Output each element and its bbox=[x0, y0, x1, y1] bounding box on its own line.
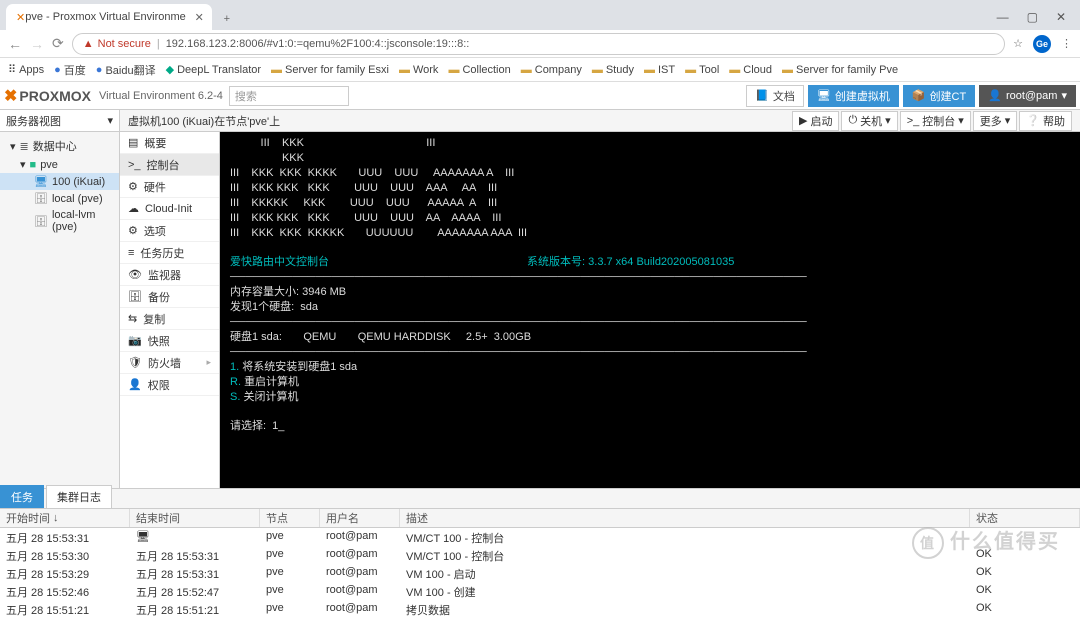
menu-item-11[interactable]: 👤权限 bbox=[120, 374, 219, 396]
not-secure-badge[interactable]: ▲ Not secure bbox=[83, 38, 151, 50]
task-row[interactable]: 五月 28 15:53:29五月 28 15:53:31pveroot@pamV… bbox=[0, 564, 1080, 582]
browser-tab[interactable]: ✕ pve - Proxmox Virtual Environme ✕ bbox=[6, 4, 212, 30]
col-start[interactable]: 开始时间 ↓ bbox=[0, 509, 130, 527]
new-tab-button[interactable]: + bbox=[216, 8, 238, 30]
bookmark-folder[interactable]: ▬Tool bbox=[685, 64, 719, 76]
user-menu[interactable]: 👤 root@pam ▾ bbox=[979, 85, 1076, 107]
task-row[interactable]: 五月 28 15:51:21五月 28 15:51:21pveroot@pam拷… bbox=[0, 600, 1080, 618]
search-input[interactable]: 搜索 bbox=[229, 86, 349, 106]
bookmark-item[interactable]: ●Baidu翻译 bbox=[96, 62, 156, 78]
col-user[interactable]: 用户名 bbox=[320, 509, 400, 527]
menu-item-3[interactable]: ☁Cloud-Init bbox=[120, 198, 219, 220]
forward-button[interactable]: → bbox=[30, 36, 44, 52]
col-status[interactable]: 状态 bbox=[970, 509, 1080, 527]
bookmark-item[interactable]: ◆DeepL Translator bbox=[166, 63, 261, 76]
bookmark-folder[interactable]: ▬Work bbox=[399, 64, 438, 76]
menu-icon: 👤 bbox=[128, 378, 142, 391]
task-row[interactable]: 五月 28 15:52:46五月 28 15:52:47pveroot@pamV… bbox=[0, 582, 1080, 600]
create-vm-button[interactable]: 🖥 创建虚拟机 bbox=[808, 85, 899, 107]
bookmark-folder[interactable]: ▬Cloud bbox=[729, 64, 772, 76]
log-tabs: 任务 集群日志 bbox=[0, 488, 1080, 508]
help-button[interactable]: ❔ 帮助 bbox=[1019, 111, 1072, 131]
window-maximize-icon[interactable]: ▢ bbox=[1027, 10, 1038, 24]
bookmark-folder[interactable]: ▬IST bbox=[644, 64, 675, 76]
reload-button[interactable]: ⟳ bbox=[52, 35, 64, 52]
logo-icon: ✖ bbox=[4, 86, 17, 106]
create-ct-button[interactable]: 📦 创建CT bbox=[903, 85, 975, 107]
logo: ✖ PROXMOX Virtual Environment 6.2-4 bbox=[4, 86, 223, 106]
bookmark-folder[interactable]: ▬Server for family Pve bbox=[782, 64, 898, 76]
menu-item-9[interactable]: 📷快照 bbox=[120, 330, 219, 352]
breadcrumb: 虚拟机100 (iKuai)在节点'pve'上 bbox=[128, 113, 280, 129]
tree-storage-local-lvm[interactable]: 🗄 local-lvm (pve) bbox=[0, 207, 119, 235]
menu-item-10[interactable]: 🛡防火墙▸ bbox=[120, 352, 219, 374]
tree-vm-100[interactable]: 🖥 100 (iKuai) bbox=[0, 173, 119, 190]
bookmark-folder[interactable]: ▬Collection bbox=[448, 64, 510, 76]
menu-icon: 👁 bbox=[128, 268, 142, 281]
browser-tab-strip: ✕ pve - Proxmox Virtual Environme ✕ + — … bbox=[0, 0, 1080, 30]
close-tab-icon[interactable]: ✕ bbox=[195, 11, 204, 24]
menu-item-2[interactable]: ⚙硬件 bbox=[120, 176, 219, 198]
menu-item-6[interactable]: 👁监视器 bbox=[120, 264, 219, 286]
bookmark-folder[interactable]: ▬Company bbox=[521, 64, 582, 76]
view-selector[interactable]: 服务器视图▾ bbox=[0, 110, 119, 132]
menu-item-5[interactable]: ≡任务历史 bbox=[120, 242, 219, 264]
tab-tasks[interactable]: 任务 bbox=[0, 485, 44, 508]
tree-node[interactable]: ▾ ■ pve bbox=[0, 156, 119, 173]
bookmark-item[interactable]: ●百度 bbox=[54, 62, 86, 78]
col-desc[interactable]: 描述 bbox=[400, 509, 970, 527]
url-text: 192.168.123.2:8006/#v1:0:=qemu%2F100:4::… bbox=[166, 38, 470, 50]
menu-icon: 🗄 bbox=[128, 290, 142, 303]
app-header: ✖ PROXMOX Virtual Environment 6.2-4 搜索 📘… bbox=[0, 82, 1080, 110]
vm-menu: ▤概要>_控制台⚙硬件☁Cloud-Init⚙选项≡任务历史👁监视器🗄备份⇆复制… bbox=[120, 132, 220, 488]
tab-favicon: ✕ bbox=[16, 11, 25, 24]
menu-icon: ☁ bbox=[128, 202, 139, 215]
tab-title: pve - Proxmox Virtual Environme bbox=[25, 11, 186, 23]
bookmark-folder[interactable]: ▬Server for family Esxi bbox=[271, 64, 389, 76]
server-tree-panel: 服务器视图▾ ▾ ≣ 数据中心 ▾ ■ pve 🖥 100 (iKuai) 🗄 … bbox=[0, 110, 120, 488]
chevron-down-icon[interactable]: ▾ bbox=[107, 114, 113, 127]
menu-icon: ⚙ bbox=[128, 224, 138, 237]
address-bar: ← → ⟳ ▲ Not secure | 192.168.123.2:8006/… bbox=[0, 30, 1080, 58]
menu-icon: ▤ bbox=[128, 136, 138, 149]
menu-item-8[interactable]: ⇆复制 bbox=[120, 308, 219, 330]
menu-item-0[interactable]: ▤概要 bbox=[120, 132, 219, 154]
task-row[interactable]: 五月 28 15:53:31🖥pveroot@pamVM/CT 100 - 控制… bbox=[0, 528, 1080, 546]
task-table-header: 开始时间 ↓ 结束时间 节点 用户名 描述 状态 bbox=[0, 508, 1080, 528]
task-row[interactable]: 五月 28 15:53:30五月 28 15:53:31pveroot@pamV… bbox=[0, 546, 1080, 564]
running-icon: 🖥 bbox=[136, 531, 150, 543]
apps-button[interactable]: ⠿ Apps bbox=[8, 63, 44, 76]
menu-icon: ⇆ bbox=[128, 312, 137, 325]
menu-item-7[interactable]: 🗄备份 bbox=[120, 286, 219, 308]
star-icon[interactable]: ☆ bbox=[1013, 37, 1023, 50]
url-input[interactable]: ▲ Not secure | 192.168.123.2:8006/#v1:0:… bbox=[72, 33, 1005, 55]
menu-icon[interactable]: ⋮ bbox=[1061, 37, 1072, 50]
vm-console[interactable]: III KKK III KKK III KKK KKK KKKK UUU UUU… bbox=[220, 132, 1080, 488]
back-button[interactable]: ← bbox=[8, 36, 22, 52]
start-button[interactable]: ▶ 启动 bbox=[792, 111, 839, 131]
profile-avatar[interactable]: Ge bbox=[1033, 35, 1051, 53]
shutdown-button[interactable]: ⏻ 关机 ▾ bbox=[841, 111, 897, 131]
tab-cluster-log[interactable]: 集群日志 bbox=[46, 485, 112, 508]
menu-item-4[interactable]: ⚙选项 bbox=[120, 220, 219, 242]
version-label: Virtual Environment 6.2-4 bbox=[99, 90, 223, 102]
tree-storage-local[interactable]: 🗄 local (pve) bbox=[0, 190, 119, 207]
menu-icon: ≡ bbox=[128, 247, 134, 259]
doc-button[interactable]: 📘 文档 bbox=[746, 85, 804, 107]
window-minimize-icon[interactable]: — bbox=[997, 10, 1009, 24]
window-close-icon[interactable]: ✕ bbox=[1056, 10, 1066, 24]
col-end[interactable]: 结束时间 bbox=[130, 509, 260, 527]
menu-icon: 📷 bbox=[128, 334, 142, 347]
menu-icon: 🛡 bbox=[128, 356, 142, 369]
bookmark-folder[interactable]: ▬Study bbox=[592, 64, 634, 76]
more-button[interactable]: 更多 ▾ bbox=[973, 111, 1018, 131]
menu-icon: >_ bbox=[128, 159, 141, 171]
bookmarks-bar: ⠿ Apps ●百度 ●Baidu翻译 ◆DeepL Translator ▬S… bbox=[0, 58, 1080, 82]
tree-datacenter[interactable]: ▾ ≣ 数据中心 bbox=[0, 136, 119, 156]
menu-item-1[interactable]: >_控制台 bbox=[120, 154, 219, 176]
col-node[interactable]: 节点 bbox=[260, 509, 320, 527]
console-button[interactable]: >_ 控制台 ▾ bbox=[900, 111, 971, 131]
menu-icon: ⚙ bbox=[128, 180, 138, 193]
